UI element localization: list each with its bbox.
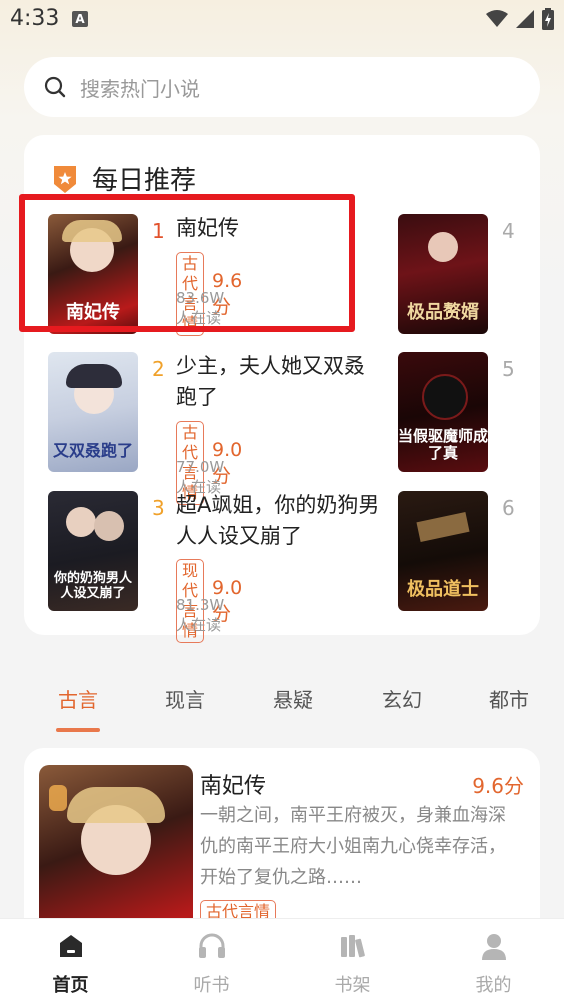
nav-bookshelf-label: 书架 — [334, 975, 371, 996]
tab-xianyan[interactable]: 现言 — [165, 684, 205, 713]
book-rank-4: 4 — [502, 219, 515, 243]
book-rank-6: 6 — [502, 496, 515, 520]
highlight-box — [19, 194, 355, 332]
headphones-icon — [198, 933, 225, 958]
tab-dushi[interactable]: 都市 — [489, 684, 529, 713]
tab-guyan[interactable]: 古言 — [58, 684, 98, 713]
star-badge-icon — [54, 165, 76, 193]
book-cover-5[interactable]: 当假驱魔师成了真 — [398, 352, 488, 472]
notification-a-icon: A — [72, 11, 88, 27]
book-cover-text-3: 你的奶狗男人人设又崩了 — [53, 571, 132, 601]
book-rank-3: 3 — [152, 496, 165, 520]
home-icon — [59, 935, 82, 957]
nav-home-label: 首页 — [52, 975, 89, 996]
battery-icon — [542, 8, 554, 30]
featured-book-score: 9.6分 — [472, 774, 524, 798]
daily-title-row: 每日推荐 — [52, 160, 196, 197]
book-cover-text-4: 极品赘婿 — [407, 302, 479, 323]
tab-xuanyi[interactable]: 悬疑 — [273, 684, 313, 713]
book-title-2: 少主，夫人她又双叒跑了 — [176, 354, 365, 409]
nav-audiobook[interactable]: 听书 — [141, 919, 282, 1005]
search-icon — [44, 76, 66, 98]
book-readers-3: 81.3W人在读 — [176, 596, 225, 634]
book-rank-2: 2 — [152, 357, 165, 381]
search-placeholder: 搜索热门小说 — [80, 76, 200, 101]
bottom-nav: 首页 听书 书架 我的 — [0, 918, 564, 1005]
book-title-3: 超A飒姐，你的奶狗男人人设又崩了 — [176, 493, 380, 548]
status-icons — [486, 8, 554, 30]
signal-icon — [516, 10, 534, 28]
book-cover-3[interactable]: 你的奶狗男人人设又崩了 — [48, 491, 138, 611]
tab-xuanhuan[interactable]: 玄幻 — [382, 684, 422, 713]
book-rank-5: 5 — [502, 357, 515, 381]
book-cover-text-5: 当假驱魔师成了真 — [398, 427, 488, 462]
book-cover-6[interactable]: 极品道士 — [398, 491, 488, 611]
category-tabs: 古言 现言 悬疑 玄幻 都市 — [0, 680, 564, 732]
nav-bookshelf[interactable]: 书架 — [282, 919, 423, 1005]
wifi-icon — [486, 10, 508, 27]
featured-book-desc: 一朝之间，南平王府被灭，身兼血海深仇的南平王府大小姐南九心侥幸存活，开始了复仇之… — [200, 805, 506, 888]
search-bar[interactable]: 搜索热门小说 — [24, 57, 540, 117]
book-cover-text-6: 极品道士 — [407, 579, 479, 600]
nav-audiobook-label: 听书 — [193, 975, 230, 996]
book-cover-2[interactable]: 又双叒跑了 — [48, 352, 138, 472]
status-bar: 4:33 A — [0, 0, 564, 40]
daily-title: 每日推荐 — [92, 166, 197, 196]
nav-profile-label: 我的 — [475, 975, 512, 996]
bookshelf-icon — [340, 935, 365, 958]
active-tab-indicator — [56, 728, 100, 732]
nav-home[interactable]: 首页 — [0, 919, 141, 1005]
nav-profile[interactable]: 我的 — [423, 919, 564, 1005]
status-time: 4:33 — [10, 6, 60, 31]
book-cover-text-2: 又双叒跑了 — [52, 441, 133, 460]
featured-book-title: 南妃传 — [200, 774, 267, 799]
user-icon — [481, 934, 506, 960]
book-cover-4[interactable]: 极品赘婿 — [398, 214, 488, 334]
